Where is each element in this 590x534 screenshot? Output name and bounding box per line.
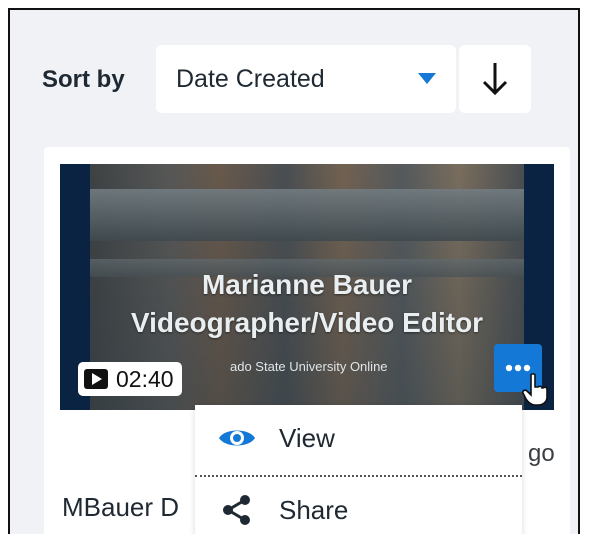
sort-by-label: Sort by [42,66,125,93]
sort-select-value: Date Created [176,65,325,93]
arrow-down-icon [482,63,508,96]
video-name: MBauer D [62,492,180,522]
sort-select[interactable]: Date Created [156,45,456,113]
eye-icon [215,425,259,451]
video-thumbnail[interactable]: Marianne Bauer Videographer/Video Editor… [60,164,554,410]
share-icon [215,492,259,528]
hand-cursor-icon [522,373,548,406]
sort-direction-button[interactable] [459,45,531,113]
menu-item-share[interactable]: Share [195,477,522,534]
duration-badge: 02:40 [78,362,182,396]
caret-down-icon [418,73,436,84]
menu-item-view[interactable]: View [195,405,522,471]
options-menu: View Share [195,405,522,534]
menu-item-share-label: Share [279,494,349,525]
video-subtitle: ado State University Online [230,359,388,374]
duration-text: 02:40 [116,365,174,392]
play-icon [84,369,108,389]
app-frame: Sort by Date Created Marianne Bauer Vide… [8,8,580,534]
video-title-line1: Marianne Bauer [201,269,413,300]
upload-time-fragment: go [528,440,555,467]
video-title-line2: Videographer/Video Editor [130,307,484,338]
menu-item-view-label: View [279,422,335,453]
